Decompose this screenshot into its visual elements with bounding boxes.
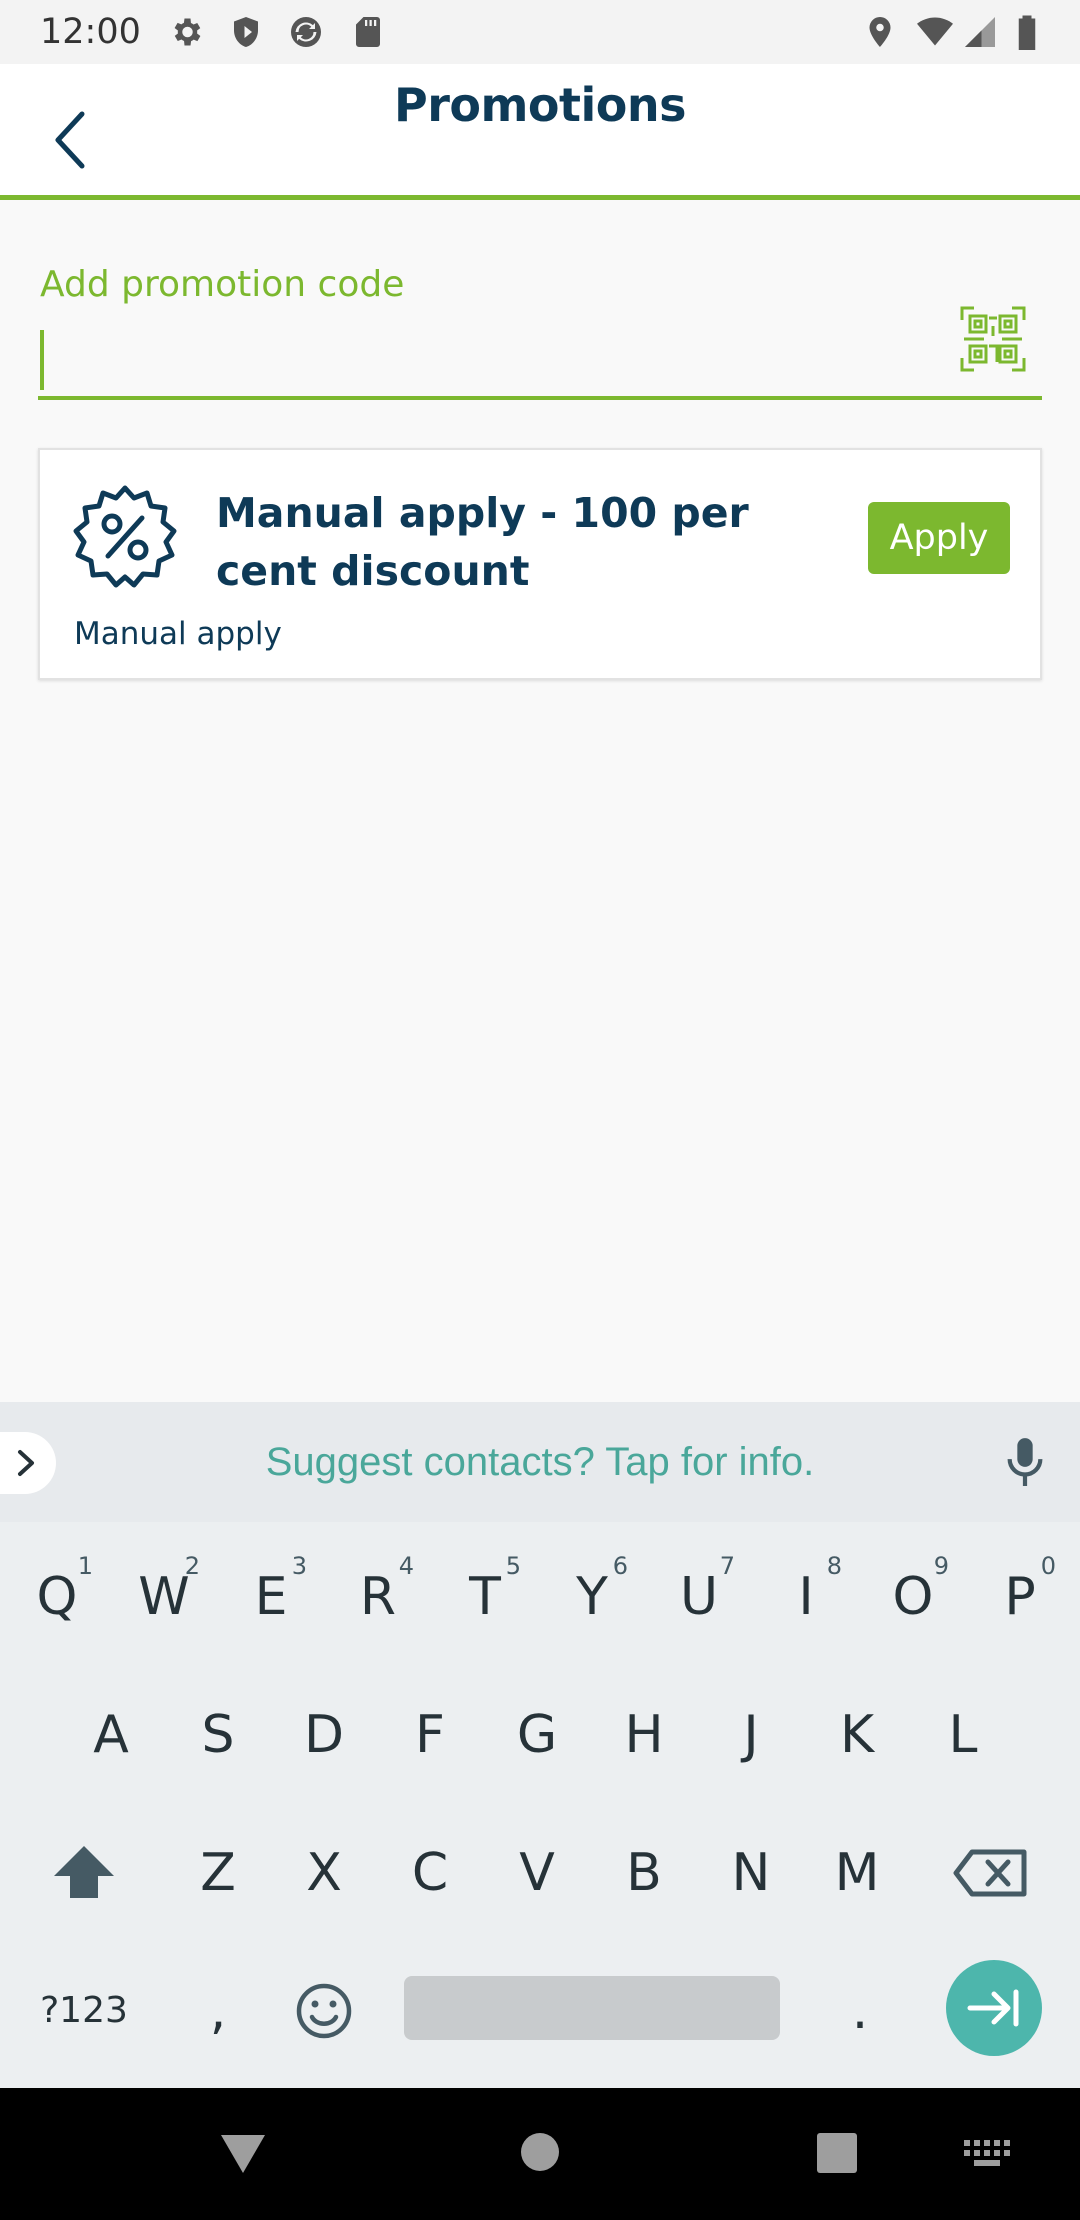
- key-j[interactable]: J: [701, 1680, 801, 1790]
- key-c[interactable]: C: [380, 1818, 480, 1928]
- key-p[interactable]: P0: [970, 1542, 1070, 1652]
- key-u[interactable]: U7: [649, 1542, 749, 1652]
- key-a[interactable]: A: [61, 1680, 161, 1790]
- nav-recents-icon[interactable]: [816, 2132, 858, 2174]
- key-w[interactable]: W2: [114, 1542, 214, 1652]
- system-nav-bar: [0, 2088, 1080, 2220]
- key-n[interactable]: N: [701, 1818, 801, 1928]
- suggestion-strip: Suggest contacts? Tap for info.: [0, 1402, 1080, 1522]
- sync-icon: [291, 17, 321, 47]
- key-e[interactable]: E3: [221, 1542, 321, 1652]
- key-l[interactable]: L: [913, 1680, 1013, 1790]
- status-time: 12:00: [40, 12, 141, 52]
- signal-icon: [965, 17, 995, 47]
- suggestion-text[interactable]: Suggest contacts? Tap for info.: [0, 1440, 1080, 1485]
- promo-code-field[interactable]: [38, 306, 1042, 400]
- promotion-subtitle: Manual apply: [74, 616, 282, 652]
- soft-keyboard: Suggest contacts? Tap for info. Q1 W2 E3…: [0, 1402, 1080, 2088]
- key-r[interactable]: R4: [328, 1542, 428, 1652]
- keyboard-switcher-icon[interactable]: [964, 2140, 1010, 2168]
- key-m[interactable]: M: [807, 1818, 907, 1928]
- app-bar: Promotions: [0, 64, 1080, 200]
- key-v[interactable]: V: [487, 1818, 587, 1928]
- microphone-icon[interactable]: [1002, 1436, 1048, 1490]
- emoji-key[interactable]: [274, 1956, 374, 2066]
- key-d[interactable]: D: [274, 1680, 374, 1790]
- qr-code-icon[interactable]: [958, 304, 1028, 374]
- key-k[interactable]: K: [807, 1680, 907, 1790]
- symbols-key[interactable]: ?123: [34, 1956, 134, 2066]
- key-f[interactable]: F: [380, 1680, 480, 1790]
- key-i[interactable]: I8: [756, 1542, 856, 1652]
- key-t[interactable]: T5: [435, 1542, 535, 1652]
- key-s[interactable]: S: [168, 1680, 268, 1790]
- location-icon: [869, 17, 891, 47]
- promotion-title: Manual apply - 100 per cent discount: [216, 489, 749, 595]
- promo-code-input[interactable]: [38, 330, 938, 390]
- shift-icon: [54, 1846, 114, 1898]
- backspace-key[interactable]: [942, 1818, 1042, 1928]
- key-y[interactable]: Y6: [542, 1542, 642, 1652]
- period-key[interactable]: .: [810, 1956, 910, 2066]
- shift-key[interactable]: [34, 1818, 134, 1928]
- key-o[interactable]: O9: [863, 1542, 963, 1652]
- key-x[interactable]: X: [274, 1818, 374, 1928]
- battery-icon: [1018, 15, 1036, 50]
- promo-code-label: Add promotion code: [40, 264, 405, 305]
- nav-back-icon[interactable]: [218, 2132, 268, 2176]
- key-g[interactable]: G: [487, 1680, 587, 1790]
- wifi-icon: [917, 17, 953, 46]
- nav-home-icon[interactable]: [520, 2132, 560, 2172]
- key-b[interactable]: B: [594, 1818, 694, 1928]
- next-arrow-icon: [967, 1989, 1019, 2027]
- text-cursor: [40, 330, 44, 390]
- sd-card-icon: [356, 17, 380, 47]
- settings-icon: [174, 18, 201, 46]
- space-key[interactable]: [404, 1976, 780, 2040]
- emoji-icon: [296, 1983, 352, 2039]
- key-z[interactable]: Z: [168, 1818, 268, 1928]
- promotion-card[interactable]: Manual apply - 100 per cent discount App…: [38, 448, 1042, 680]
- key-h[interactable]: H: [594, 1680, 694, 1790]
- shield-icon: [234, 17, 258, 47]
- backspace-icon: [953, 1849, 1027, 1897]
- comma-key[interactable]: ,: [168, 1956, 268, 2066]
- key-q[interactable]: Q1: [7, 1542, 107, 1652]
- status-bar: 12:00: [0, 0, 1080, 64]
- page-title: Promotions: [393, 78, 687, 132]
- apply-button[interactable]: Apply: [868, 502, 1010, 574]
- discount-badge-icon: [73, 485, 177, 588]
- enter-key[interactable]: [946, 1960, 1042, 2056]
